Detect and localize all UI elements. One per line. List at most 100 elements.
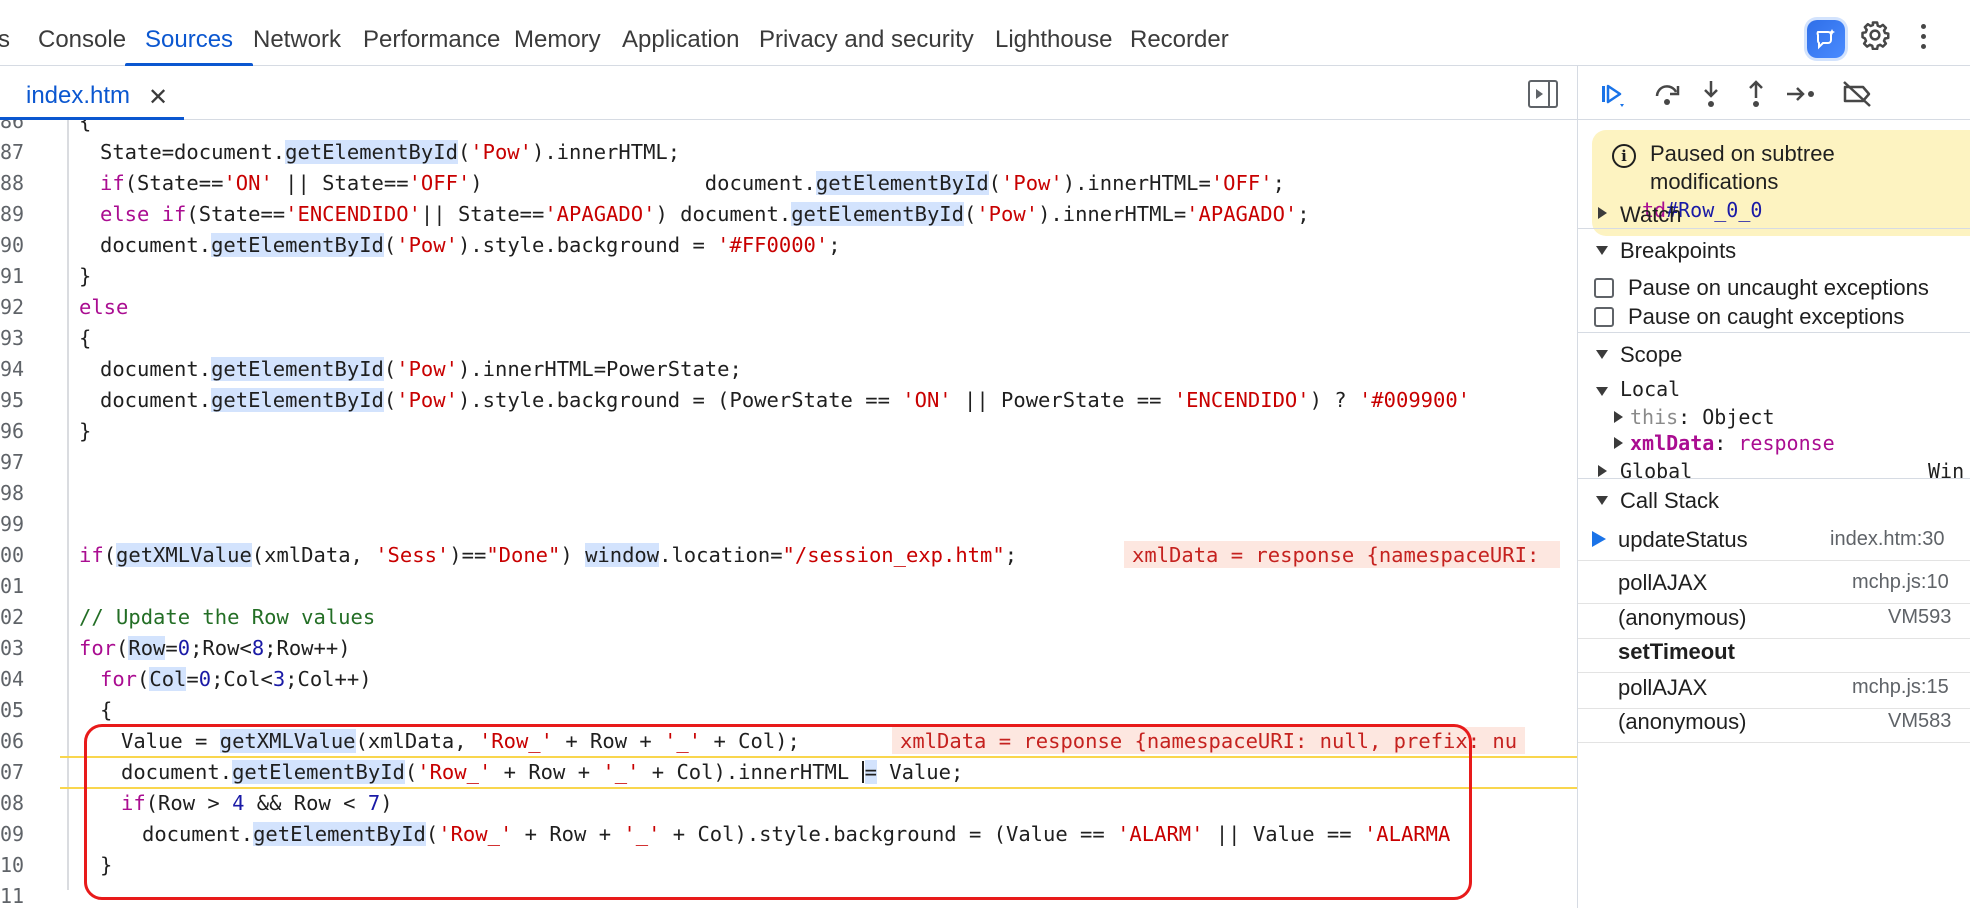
checkbox-label: Pause on caught exceptions xyxy=(1628,304,1905,329)
collapse-arrow-icon xyxy=(1596,350,1608,359)
call-frame[interactable]: updateStatus index.htm:30 xyxy=(1578,518,1970,561)
collapse-arrow-icon xyxy=(1596,496,1608,505)
code-text: document.getElementById('Pow').style.bac… xyxy=(100,233,841,257)
file-tab-index-htm[interactable]: index.htm ✕ xyxy=(0,66,184,120)
highlight-annotation-box xyxy=(84,724,1472,900)
settings-gear-icon[interactable] xyxy=(1860,20,1890,55)
call-frame[interactable]: (anonymous) VM583 xyxy=(1578,700,1970,743)
code-line[interactable]: 92 else xyxy=(0,292,1577,323)
inline-value-xmldata: xmlData = response {namespaceURI: xyxy=(1124,541,1560,568)
frame-function: (anonymous) xyxy=(1618,709,1747,734)
line-number: 93 xyxy=(0,326,25,350)
section-label: Watch xyxy=(1620,202,1682,227)
property-key: xmlData xyxy=(1630,431,1715,455)
deactivate-breakpoints-icon[interactable] xyxy=(1840,78,1872,110)
tab-memory[interactable]: Memory xyxy=(514,0,601,66)
code-line[interactable]: 99 xyxy=(0,509,1577,540)
code-text: } xyxy=(79,419,92,443)
tab-performance[interactable]: Performance xyxy=(363,0,500,66)
expand-arrow-icon xyxy=(1598,207,1607,219)
code-line[interactable]: 01 xyxy=(0,571,1577,602)
tab-recorder[interactable]: Recorder xyxy=(1130,0,1229,66)
line-number: 87 xyxy=(0,140,25,164)
frame-location[interactable]: VM593 xyxy=(1888,606,1951,629)
step-icon[interactable] xyxy=(1784,78,1816,110)
frame-location[interactable]: VM583 xyxy=(1888,710,1951,733)
scope-xmldata[interactable]: xmlData: response xyxy=(1578,429,1970,459)
more-options-icon[interactable] xyxy=(1918,22,1928,54)
paused-message: Paused on subtree modifications xyxy=(1650,141,1835,194)
tab-privacy-and-security[interactable]: Privacy and security xyxy=(759,0,974,66)
section-breakpoints[interactable]: Breakpoints xyxy=(1578,228,1970,270)
code-text: if(State=='ON' || State=='OFF') document… xyxy=(100,171,1285,195)
line-number: 95 xyxy=(0,388,25,412)
step-into-icon[interactable] xyxy=(1695,78,1727,110)
checkbox-box[interactable] xyxy=(1594,278,1614,298)
scope-local[interactable]: Local xyxy=(1578,375,1970,405)
line-number: 88 xyxy=(0,171,25,195)
file-tab-name: index.htm xyxy=(26,82,131,109)
code-line[interactable]: 88 if(State=='ON' || State=='OFF') docum… xyxy=(0,168,1577,199)
line-number: 98 xyxy=(0,481,25,505)
line-number: 00 xyxy=(0,543,25,567)
tab-console[interactable]: Console xyxy=(38,0,126,66)
code-line[interactable]: 03 for(Row=0;Row<8;Row++) xyxy=(0,633,1577,664)
code-text: else xyxy=(79,295,129,319)
line-number: 94 xyxy=(0,357,25,381)
section-call-stack[interactable]: Call Stack xyxy=(1578,478,1970,520)
line-number: 01 xyxy=(0,574,25,598)
close-icon[interactable]: ✕ xyxy=(148,83,168,112)
collapse-arrow-icon xyxy=(1596,387,1608,396)
section-scope[interactable]: Scope xyxy=(1578,332,1970,374)
devtools-tab-bar: s Console Sources Network Performance Me… xyxy=(0,0,1970,66)
code-line[interactable]: 04 for(Col=0;Col<3;Col++) xyxy=(0,664,1577,695)
line-number: 02 xyxy=(0,605,25,629)
checkbox-box[interactable] xyxy=(1594,307,1614,327)
tab-network[interactable]: Network xyxy=(253,0,341,66)
current-frame-arrow-icon xyxy=(1592,531,1606,547)
code-line[interactable]: 95 document.getElementById('Pow').style.… xyxy=(0,385,1577,416)
code-line[interactable]: 87 State=document.getElementById('Pow').… xyxy=(0,137,1577,168)
code-line[interactable]: 91 } xyxy=(0,261,1577,292)
collapse-arrow-icon xyxy=(1596,246,1608,255)
step-over-icon[interactable] xyxy=(1651,78,1683,110)
checkbox-label: Pause on uncaught exceptions xyxy=(1628,275,1929,300)
tab-lighthouse[interactable]: Lighthouse xyxy=(995,0,1112,66)
frame-function: (anonymous) xyxy=(1618,605,1747,630)
line-number: 99 xyxy=(0,512,25,536)
code-text: for(Col=0;Col<3;Col++) xyxy=(100,667,372,691)
code-line[interactable]: 89 else if(State=='ENCENDIDO'|| State=='… xyxy=(0,199,1577,230)
code-line[interactable]: 97 xyxy=(0,447,1577,478)
tab-application[interactable]: Application xyxy=(622,0,739,66)
code-line[interactable]: 00 if(getXMLValue(xmlData, 'Sess')=="Don… xyxy=(0,540,1577,571)
frame-location[interactable]: mchp.js:15 xyxy=(1852,676,1949,699)
code-text: { xyxy=(79,326,92,350)
code-line[interactable]: 86 { xyxy=(0,120,1577,137)
tab-elements-partial[interactable]: s xyxy=(0,0,10,66)
ai-assistance-icon[interactable] xyxy=(1807,20,1845,58)
frame-location[interactable]: index.htm:30 xyxy=(1830,528,1945,551)
code-line[interactable]: 02 // Update the Row values xyxy=(0,602,1577,633)
line-number: 97 xyxy=(0,450,25,474)
code-text: document.getElementById('Pow').innerHTML… xyxy=(100,357,742,381)
tab-sources[interactable]: Sources xyxy=(124,0,254,66)
code-line[interactable]: 98 xyxy=(0,478,1577,509)
debugger-toolbar xyxy=(1578,66,1970,120)
code-line[interactable]: 05 { xyxy=(0,695,1577,726)
line-number: 11 xyxy=(0,884,25,908)
info-icon: i xyxy=(1612,144,1636,168)
step-out-icon[interactable] xyxy=(1740,78,1772,110)
code-text: { xyxy=(79,120,92,133)
line-number: 89 xyxy=(0,202,25,226)
resume-icon[interactable] xyxy=(1596,78,1628,110)
code-line[interactable]: 93 { xyxy=(0,323,1577,354)
code-line[interactable]: 96 } xyxy=(0,416,1577,447)
frame-location[interactable]: mchp.js:10 xyxy=(1852,571,1949,594)
code-line[interactable]: 94 document.getElementById('Pow').innerH… xyxy=(0,354,1577,385)
section-label: Scope xyxy=(1620,342,1683,367)
code-line[interactable]: 90 document.getElementById('Pow').style.… xyxy=(0,230,1577,261)
async-label: setTimeout xyxy=(1618,639,1735,664)
toggle-debugger-sidebar-icon[interactable] xyxy=(1528,80,1558,108)
expand-arrow-icon xyxy=(1614,411,1623,423)
property-value: Object xyxy=(1702,405,1775,429)
